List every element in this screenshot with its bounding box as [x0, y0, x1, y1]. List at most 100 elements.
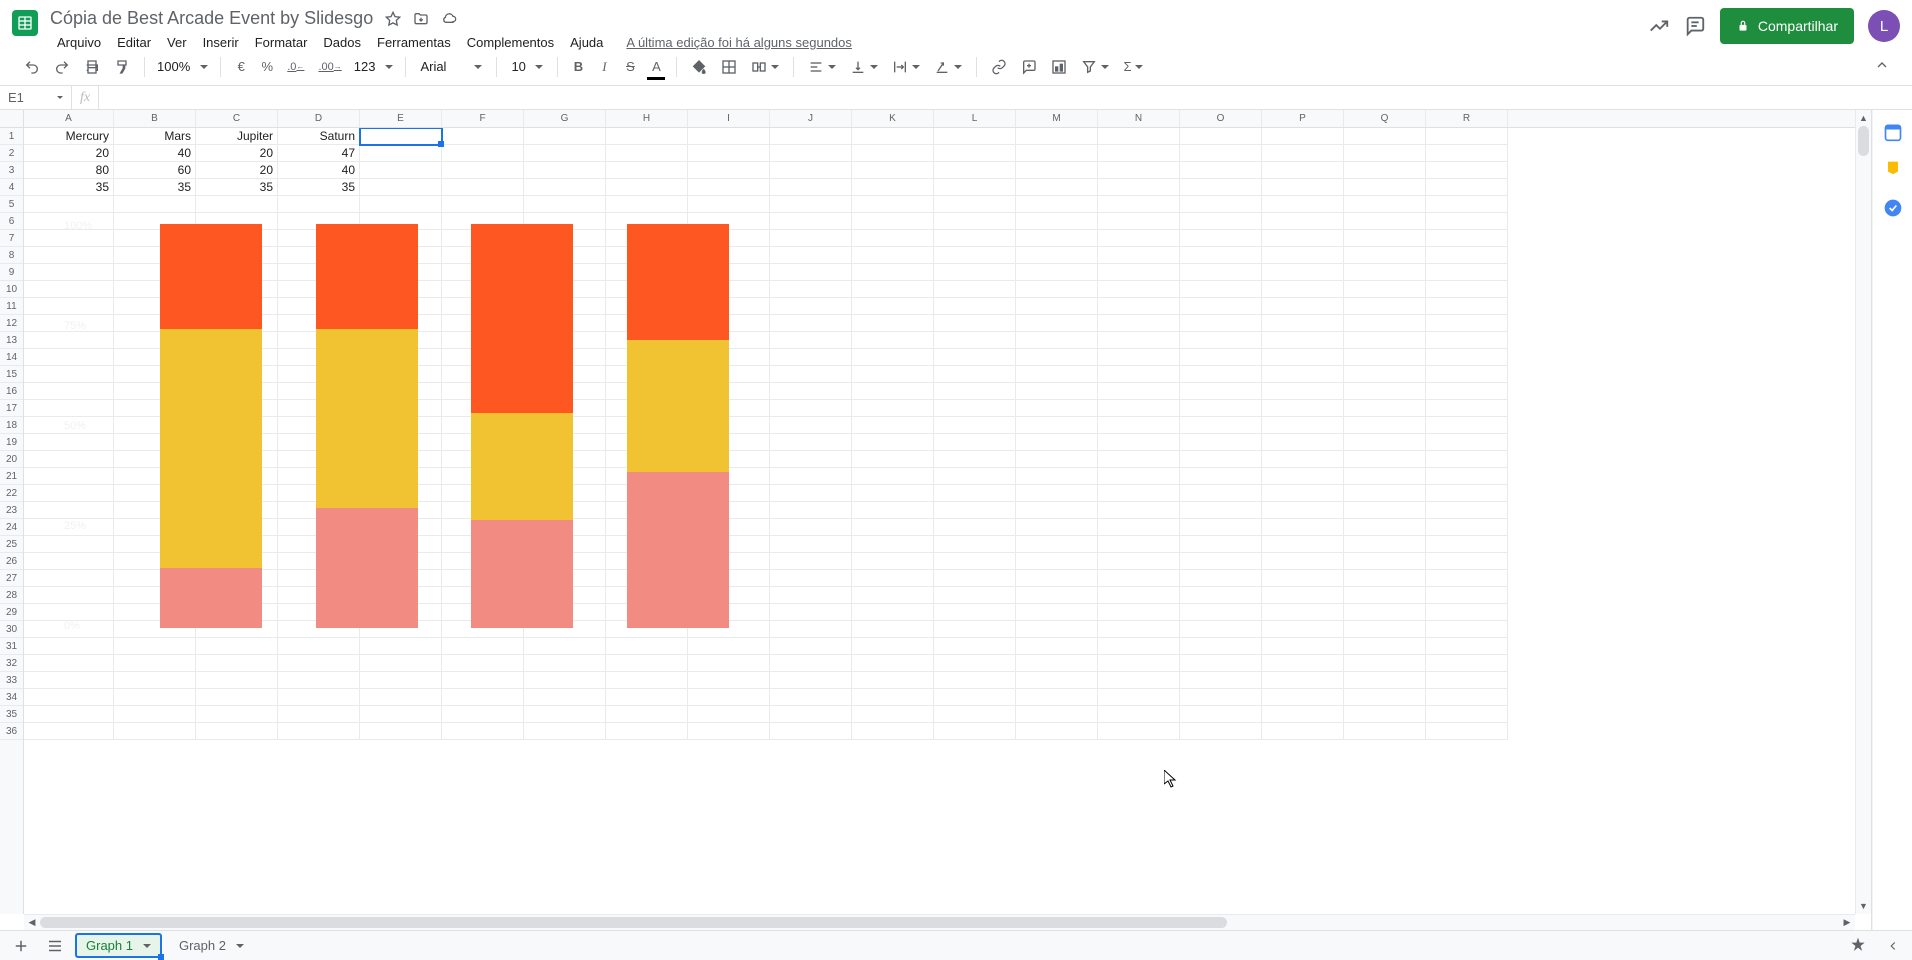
cell[interactable] — [196, 706, 278, 723]
row-header[interactable]: 30 — [0, 621, 23, 638]
cell[interactable] — [1426, 230, 1508, 247]
cell[interactable] — [1262, 570, 1344, 587]
cell[interactable] — [852, 383, 934, 400]
cell[interactable] — [688, 179, 770, 196]
cell[interactable] — [852, 298, 934, 315]
cell[interactable] — [934, 383, 1016, 400]
cell[interactable] — [1098, 264, 1180, 281]
cell[interactable] — [1344, 723, 1426, 740]
cell[interactable] — [1180, 383, 1262, 400]
cell[interactable]: 60 — [114, 162, 196, 179]
col-header[interactable]: R — [1426, 110, 1508, 127]
cell[interactable] — [1098, 485, 1180, 502]
cell[interactable] — [770, 162, 852, 179]
cell[interactable] — [1262, 230, 1344, 247]
star-icon[interactable] — [385, 11, 401, 27]
cell[interactable] — [606, 689, 688, 706]
cell[interactable] — [852, 264, 934, 281]
cell[interactable] — [1426, 349, 1508, 366]
cell[interactable] — [1262, 672, 1344, 689]
cell[interactable] — [1262, 298, 1344, 315]
cell[interactable] — [852, 179, 934, 196]
row-header[interactable]: 11 — [0, 298, 23, 315]
cell[interactable] — [606, 723, 688, 740]
activity-icon[interactable] — [1648, 15, 1670, 37]
cell[interactable] — [1426, 621, 1508, 638]
row-header[interactable]: 15 — [0, 366, 23, 383]
cell[interactable] — [1016, 451, 1098, 468]
cell[interactable] — [1016, 400, 1098, 417]
cell[interactable] — [1426, 723, 1508, 740]
cell[interactable] — [1180, 230, 1262, 247]
cell[interactable] — [24, 706, 114, 723]
scroll-right-button[interactable]: ▶ — [1839, 915, 1855, 931]
cell[interactable] — [1180, 128, 1262, 145]
cell[interactable] — [1262, 451, 1344, 468]
col-header[interactable]: G — [524, 110, 606, 127]
cell[interactable] — [688, 689, 770, 706]
cell[interactable]: Saturn — [278, 128, 360, 145]
cell[interactable] — [606, 179, 688, 196]
cell[interactable] — [934, 638, 1016, 655]
cell[interactable] — [524, 128, 606, 145]
cell[interactable] — [1344, 281, 1426, 298]
cell[interactable] — [524, 179, 606, 196]
row-header[interactable]: 19 — [0, 434, 23, 451]
cell[interactable] — [1016, 485, 1098, 502]
cell[interactable] — [1016, 621, 1098, 638]
cell[interactable] — [852, 519, 934, 536]
cell[interactable] — [1262, 213, 1344, 230]
cell[interactable] — [1016, 281, 1098, 298]
cell[interactable] — [24, 672, 114, 689]
cell[interactable] — [114, 672, 196, 689]
cell[interactable] — [524, 672, 606, 689]
cell[interactable] — [1426, 332, 1508, 349]
cell[interactable]: 35 — [196, 179, 278, 196]
cell[interactable] — [1344, 264, 1426, 281]
cell[interactable] — [1098, 570, 1180, 587]
insert-chart-button[interactable] — [1045, 54, 1073, 80]
cell[interactable] — [360, 145, 442, 162]
cell[interactable] — [852, 485, 934, 502]
cell[interactable] — [852, 587, 934, 604]
cell[interactable] — [1344, 383, 1426, 400]
cell[interactable] — [1426, 264, 1508, 281]
menu-ferramentas[interactable]: Ferramentas — [370, 33, 458, 52]
cell[interactable] — [934, 230, 1016, 247]
strikethrough-button[interactable]: S — [618, 54, 642, 80]
cell[interactable] — [1016, 417, 1098, 434]
cell[interactable] — [1426, 128, 1508, 145]
cell[interactable] — [934, 604, 1016, 621]
cell[interactable] — [1098, 230, 1180, 247]
cell[interactable]: 35 — [278, 179, 360, 196]
cell[interactable] — [688, 723, 770, 740]
cell[interactable] — [934, 196, 1016, 213]
cell[interactable] — [934, 451, 1016, 468]
cell[interactable] — [770, 672, 852, 689]
sheet-tab-graph1[interactable]: Graph 1 — [76, 934, 161, 957]
cell[interactable] — [1180, 536, 1262, 553]
cell[interactable] — [688, 128, 770, 145]
row-header[interactable]: 7 — [0, 230, 23, 247]
cell[interactable] — [1016, 434, 1098, 451]
cell[interactable] — [852, 332, 934, 349]
move-folder-icon[interactable] — [413, 11, 429, 27]
cell[interactable] — [934, 366, 1016, 383]
cell[interactable] — [1426, 451, 1508, 468]
cell[interactable] — [1426, 553, 1508, 570]
row-header[interactable]: 8 — [0, 247, 23, 264]
cell[interactable] — [114, 196, 196, 213]
cell[interactable] — [1262, 638, 1344, 655]
font-size-select[interactable]: 10 — [505, 57, 549, 76]
cell[interactable] — [24, 196, 114, 213]
cell[interactable] — [360, 128, 442, 145]
cell[interactable] — [1426, 468, 1508, 485]
cell[interactable] — [606, 196, 688, 213]
cell[interactable] — [1180, 417, 1262, 434]
cell[interactable] — [852, 281, 934, 298]
row-header[interactable]: 29 — [0, 604, 23, 621]
cell[interactable] — [1344, 400, 1426, 417]
cell[interactable] — [934, 162, 1016, 179]
cell[interactable] — [1344, 672, 1426, 689]
cell[interactable] — [442, 145, 524, 162]
